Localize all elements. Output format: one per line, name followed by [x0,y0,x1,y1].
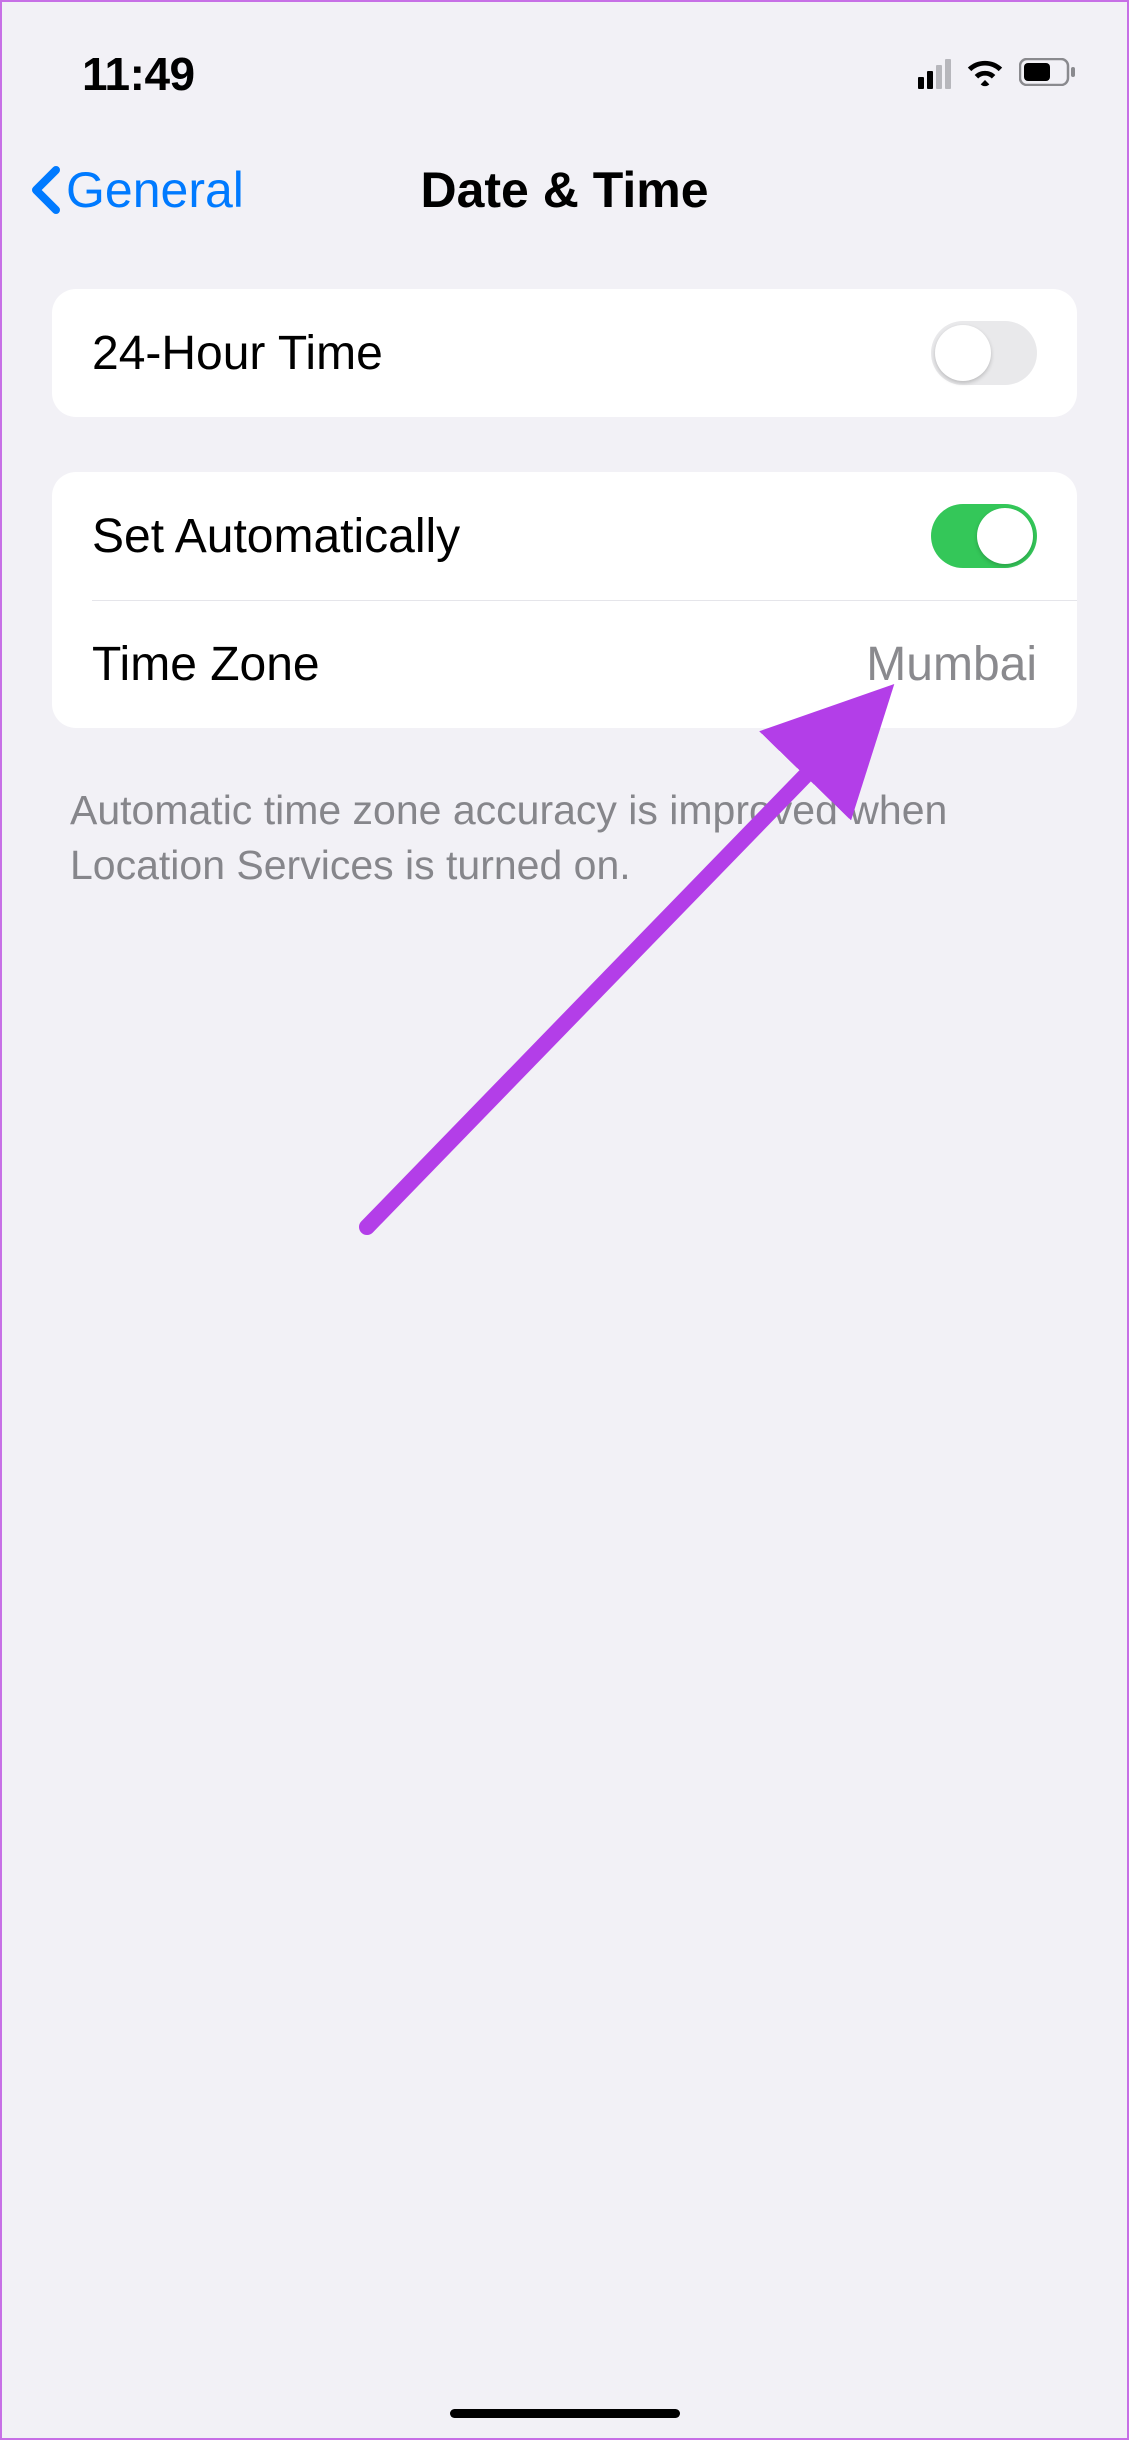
row-set-automatically[interactable]: Set Automatically [52,472,1077,600]
cellular-signal-icon [918,59,951,89]
footer-text: Automatic time zone accuracy is improved… [70,783,1059,894]
toggle-24-hour[interactable] [931,321,1037,385]
annotation-arrow [352,657,912,1257]
row-value: Mumbai [866,637,1037,692]
group-24-hour: 24-Hour Time [52,289,1077,417]
nav-bar: General Date & Time [2,121,1127,289]
group-time-settings: Set Automatically Time Zone Mumbai [52,472,1077,728]
status-icons [918,57,1077,92]
row-time-zone[interactable]: Time Zone Mumbai [92,600,1077,728]
chevron-left-icon [32,166,60,214]
toggle-set-automatically[interactable] [931,504,1037,568]
wifi-icon [965,57,1005,92]
battery-icon [1019,58,1077,91]
home-indicator[interactable] [450,2409,680,2418]
back-button[interactable]: General [32,161,244,219]
row-24-hour-time[interactable]: 24-Hour Time [52,289,1077,417]
row-label: 24-Hour Time [92,326,383,381]
toggle-knob [977,508,1033,564]
toggle-knob [935,325,991,381]
row-label: Time Zone [92,637,320,692]
back-label: General [66,161,244,219]
row-label: Set Automatically [92,509,460,564]
status-time: 11:49 [82,47,195,101]
status-bar: 11:49 [2,2,1127,121]
